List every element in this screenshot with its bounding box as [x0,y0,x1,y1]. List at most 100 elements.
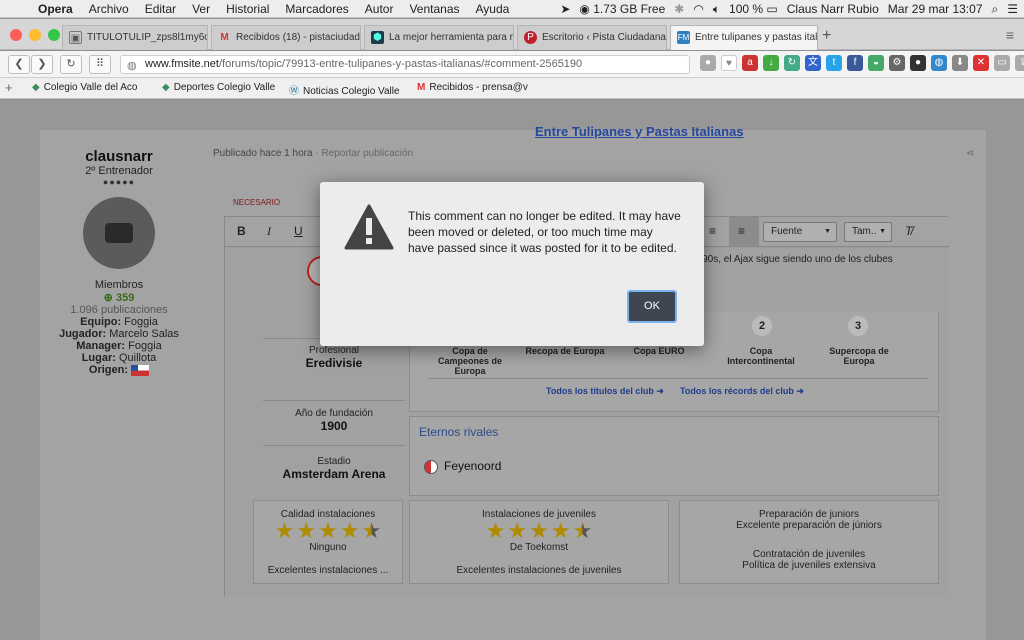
rival-name[interactable]: Feyenoord [444,459,501,473]
justify-button[interactable]: ≡ [729,217,759,247]
address-toolbar: ❮ ❯ ↻ ⠿ ◍ www.fmsite.net/forums/topic/79… [0,51,1024,78]
url-field[interactable]: ◍ www.fmsite.net/forums/topic/79913-entr… [120,55,690,74]
tab-label: Escritorio ‹ Pista Ciudadana [542,32,666,43]
translate-icon[interactable]: 文 [805,55,821,71]
align-right-icon[interactable]: ≡ [709,224,716,238]
gear-icon[interactable]: ⚙ [889,55,905,71]
dialog-message: This comment can no longer be edited. It… [408,209,681,255]
add-bookmark-icon[interactable]: + [5,80,13,95]
bluetooth-icon[interactable]: ✱ [674,2,684,16]
tab-menu-icon[interactable]: ≡ [1006,27,1014,43]
bookmark-colegio[interactable]: ◆ Colegio Valle del Aco [32,82,137,93]
topic-title-link[interactable]: Entre Tulipanes y Pastas Italianas [535,124,744,139]
volume-icon[interactable]: 🔈︎ [713,2,720,17]
bookmark-recibidos[interactable]: M Recibidos - prensa@v [417,82,528,93]
italic-icon[interactable]: I [267,224,271,239]
new-tab-plus-icon[interactable]: + [822,27,831,45]
bookmark-noticias[interactable]: Ⓦ Noticias Colegio Valle [289,82,400,97]
heart-icon[interactable]: ♥ [721,55,737,71]
menu-marcadores[interactable]: Marcadores [277,2,356,16]
avatar[interactable] [83,197,155,269]
font-select[interactable]: Fuente ▼ [763,222,837,242]
all-records-link[interactable]: Todos los récords del club ➜ [680,386,804,397]
menu-editar[interactable]: Editar [137,2,184,16]
tab-label: Recibidos (18) - pistaciudad [236,32,360,43]
bold-icon[interactable]: B [237,224,246,238]
equipo-row: Equipo: Foggia [44,316,194,328]
facebook-icon[interactable]: f [847,55,863,71]
adblock-ext-icon[interactable]: a [742,55,758,71]
tab-herramienta[interactable]: ⬢ La mejor herramienta para re [364,25,514,50]
menu-ventanas[interactable]: Ventanas [401,2,467,16]
bookmark-label: Noticias Colegio Valle [303,86,400,97]
speed-dial-button[interactable]: ⠿ [89,55,111,74]
chile-flag-icon [131,364,150,376]
manager-label: Manager: [76,340,126,352]
menu-autor[interactable]: Autor [357,2,402,16]
rank-dots: ●●●●● [102,177,136,187]
android-ext-icon[interactable]: ◒ [868,55,884,71]
translate-ext-icon[interactable]: ● [700,55,716,71]
vpn-ext-icon[interactable]: ⬇ [952,55,968,71]
back-button[interactable]: ❮ [8,55,30,74]
tab-entre-tulipanes[interactable]: FM Entre tulipanes y pastas italia [670,25,818,50]
calidad-name: Ninguno [309,542,347,553]
globe-ext-icon[interactable]: ◍ [931,55,947,71]
menu-ayuda[interactable]: Ayuda [468,2,518,16]
tab-label: TITULOTULIP_zps8l1my6ob.p [87,32,207,43]
menu-ver[interactable]: Ver [184,2,218,16]
underline-icon[interactable]: U [294,224,303,238]
spotlight-icon[interactable]: ⌕ [992,2,999,17]
trophy-label: Copa Intercontinental [727,346,795,366]
star-rating: ★ ★ ★ ★ ★ [410,520,668,542]
report-link[interactable]: · Reportar publicación [315,148,413,159]
all-titles-link[interactable]: Todos los títulos del club ➜ [546,386,664,397]
tab-label: La mejor herramienta para re [389,32,514,43]
size-select-label: Tam.. [852,226,877,237]
profesional-label: Profesional [308,345,360,356]
star-icon: ★ [274,518,295,543]
size-select[interactable]: Tam.. ▼ [844,222,892,242]
menu-historial[interactable]: Historial [218,2,277,16]
tab-recibidos[interactable]: M Recibidos (18) - pistaciudad [211,25,361,50]
reload-button[interactable]: ↻ [60,55,82,74]
author-rank: 2º Entrenador [85,165,153,177]
clear-format-icon[interactable]: T̸ [905,224,912,238]
battery-text: 100 % [729,2,764,16]
minimize-window-button[interactable] [29,29,41,41]
forward-button[interactable]: ❯ [31,55,53,74]
league-box: Profesional Eredivisie [263,338,405,400]
refresh-ext-icon[interactable]: ↻ [784,55,800,71]
bookmark-label: Colegio Valle del Aco [43,82,138,93]
memory-status[interactable]: ◉ 1.73 GB Free [579,2,665,16]
close-window-button[interactable] [10,29,22,41]
twitter-icon[interactable]: t [826,55,842,71]
cast-icon[interactable]: ▭ [994,55,1010,71]
ok-button[interactable]: OK [627,290,677,323]
zoom-window-button[interactable] [48,29,60,41]
wordpress-icon: Ⓦ [289,86,299,97]
shield-icon[interactable]: ✕ [973,55,989,71]
share-icon[interactable]: ⇪ [1015,55,1024,71]
menu-app[interactable]: Opera [30,2,81,16]
post-count: 1.096 publicaciones [70,304,168,316]
clock[interactable]: Mar 29 mar 13:07 [888,2,983,16]
battery-status[interactable]: 100 % ▭ [729,2,778,16]
stadium-value: Amsterdam Arena [282,467,386,481]
dark-ext-icon[interactable]: ● [910,55,926,71]
contr-label: Contratación de juveniles [752,549,866,560]
notification-center-icon[interactable]: ☰ [1007,2,1018,16]
download-ext-icon[interactable]: ↓ [763,55,779,71]
menu-archivo[interactable]: Archivo [81,2,137,16]
bookmark-label: Deportes Colegio Valle [173,82,276,93]
tab-titulotulip[interactable]: ▣ TITULOTULIP_zps8l1my6ob.p [62,25,208,50]
trophy-label: Copa de Campeones de Europa [437,346,503,376]
cursor-icon[interactable]: ➤ [560,2,570,16]
user-name[interactable]: Claus Narr Rubio [787,2,879,16]
wifi-icon[interactable]: ◠ [693,2,703,16]
tab-escritorio[interactable]: P Escritorio ‹ Pista Ciudadana [517,25,667,50]
reputation-value: 359 [115,292,135,304]
share-post-icon[interactable]: ⋖ [966,148,974,159]
author-name[interactable]: clausnarr [44,148,194,165]
bookmark-deportes[interactable]: ◆ Deportes Colegio Valle [162,82,275,93]
